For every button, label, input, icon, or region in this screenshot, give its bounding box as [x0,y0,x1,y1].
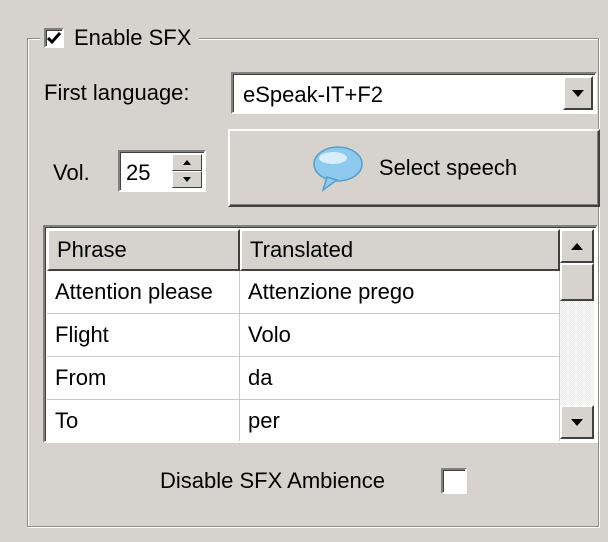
volume-increment-button[interactable] [172,154,202,171]
arrow-up-icon [183,160,191,165]
scroll-up-button[interactable] [560,229,594,263]
translated-cell[interactable]: per [240,400,560,441]
phrase-table[interactable]: Phrase Translated Attention please Atten… [43,225,598,443]
phrase-cell[interactable]: Flight [47,314,240,357]
disable-ambience-checkbox[interactable] [441,468,467,494]
disable-ambience-label: Disable SFX Ambience [160,468,385,493]
checkmark-icon [47,31,61,44]
dropdown-button[interactable] [563,76,593,110]
speech-bubble-icon [313,146,363,192]
table-body: Attention please Attenzione prego Flight… [47,271,560,441]
select-speech-label: Select speech [378,155,518,180]
first-language-label: First language: [44,80,190,105]
scroll-down-button[interactable] [560,405,594,439]
first-language-value: eSpeak-IT+F2 [243,82,384,107]
scrollbar-thumb[interactable] [560,263,594,301]
volume-decrement-button[interactable] [172,171,202,188]
arrow-down-icon [183,177,191,182]
first-language-select[interactable]: eSpeak-IT+F2 [231,72,597,114]
enable-sfx-label: Enable SFX [74,25,192,50]
select-speech-button[interactable]: Select speech [228,129,600,207]
phrase-cell[interactable]: Attention please [47,271,240,314]
volume-label: Vol. [53,160,90,185]
column-header-phrase[interactable]: Phrase [47,229,240,271]
chevron-down-icon [572,89,584,97]
translated-cell[interactable]: da [240,357,560,400]
volume-stepper[interactable]: 25 [118,150,206,192]
table-row[interactable]: To per [47,400,560,441]
phrase-cell[interactable]: To [47,400,240,441]
table-row[interactable]: From da [47,357,560,400]
table-scrollbar[interactable] [560,229,594,439]
translated-cell[interactable]: Volo [240,314,560,357]
enable-sfx-toggle[interactable]: Enable SFX [40,22,200,54]
enable-sfx-checkbox[interactable] [44,28,64,48]
arrow-down-icon [571,418,583,426]
column-header-translated[interactable]: Translated [240,229,560,271]
table-row[interactable]: Flight Volo [47,314,560,357]
phrase-cell[interactable]: From [47,357,240,400]
translated-cell[interactable]: Attenzione prego [240,271,560,314]
volume-value[interactable]: 25 [126,160,150,186]
table-header: Phrase Translated [47,229,560,271]
arrow-up-icon [571,242,583,250]
table-row[interactable]: Attention please Attenzione prego [47,271,560,314]
